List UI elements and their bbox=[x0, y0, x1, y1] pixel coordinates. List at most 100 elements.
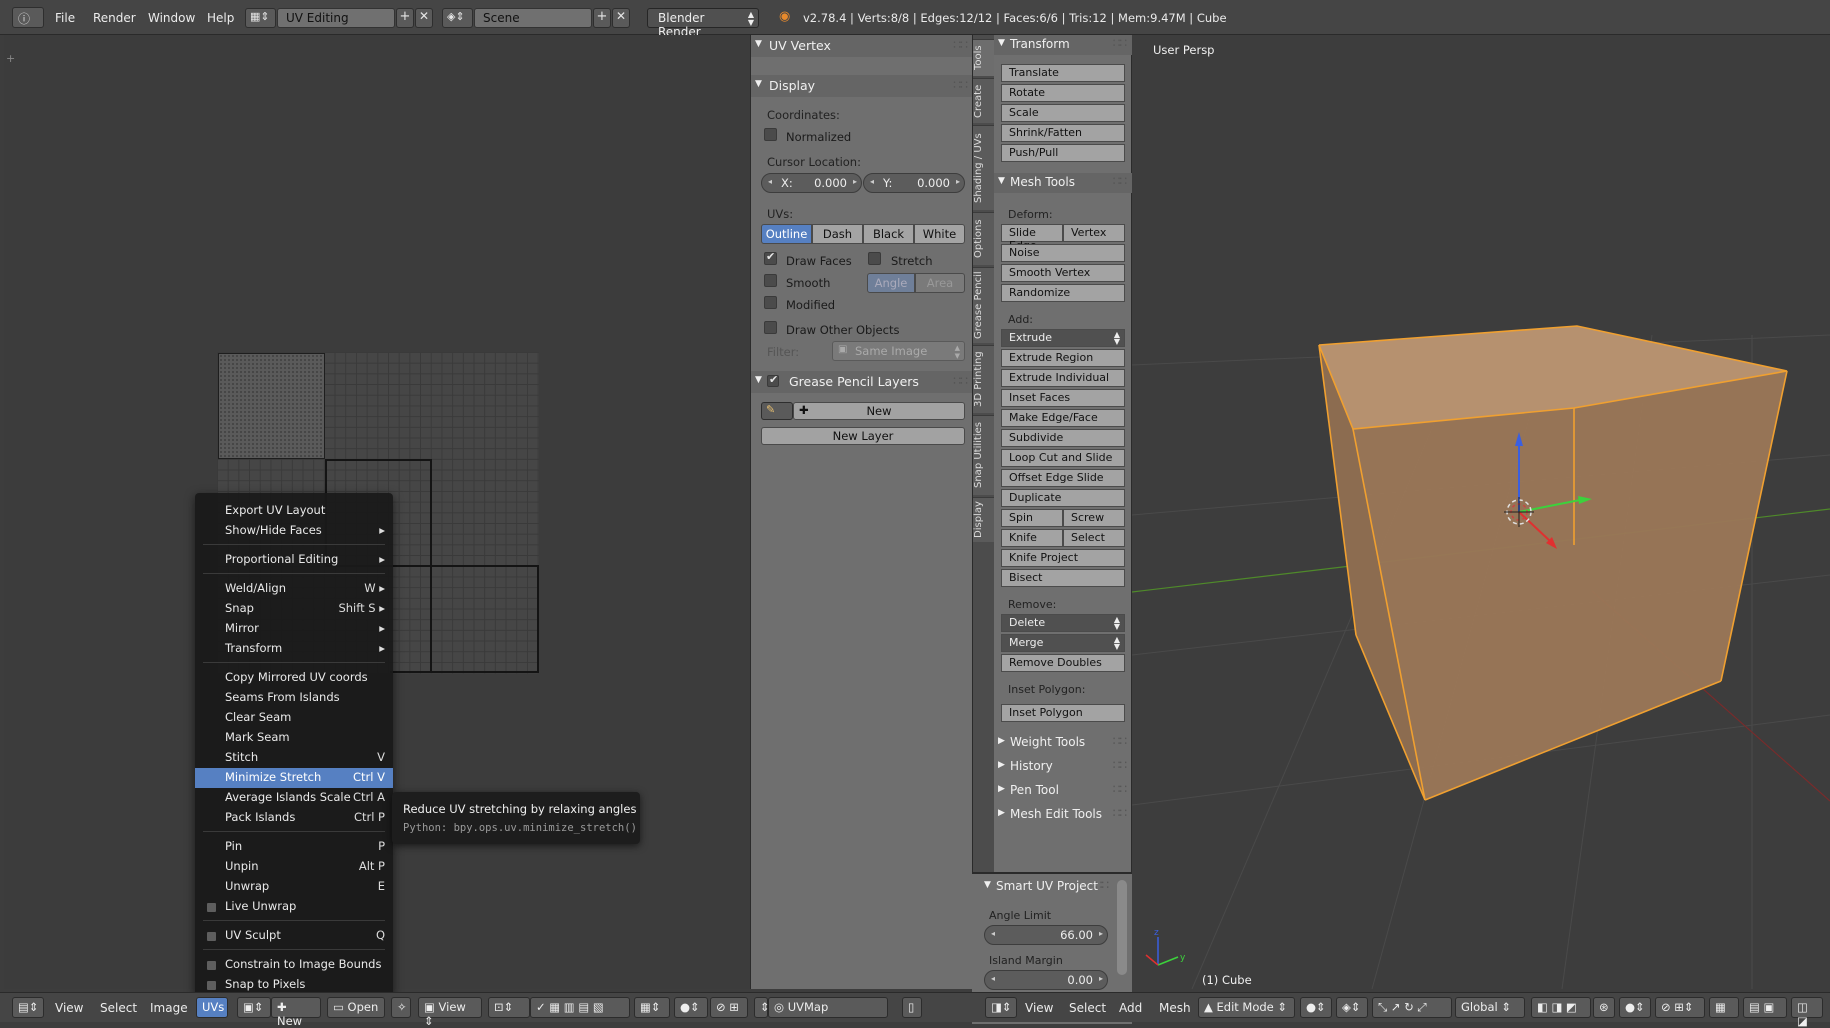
uv-menu-view[interactable]: View bbox=[55, 1001, 83, 1015]
smooth-checkbox[interactable] bbox=[764, 274, 777, 287]
inset-faces-button[interactable]: Inset Faces bbox=[1001, 389, 1125, 407]
panel-pen-tool[interactable]: ▶ Pen Tool ∷∷ bbox=[994, 781, 1132, 801]
menu-item-mark-seam[interactable]: Mark Seam bbox=[195, 728, 393, 748]
normalized-checkbox[interactable] bbox=[764, 128, 777, 141]
delete-select[interactable]: Delete ▲ ▼ bbox=[1001, 614, 1125, 632]
knife-project-button[interactable]: Knife Project bbox=[1001, 549, 1125, 567]
snap-3d-icons[interactable]: ⊘ ⊞⇕ bbox=[1655, 997, 1705, 1018]
menu-item-live-unwrap[interactable]: Live Unwrap bbox=[195, 897, 393, 917]
snap-icons[interactable]: ⊘ ⊞ bbox=[710, 997, 748, 1018]
panel-grease-pencil[interactable]: ▼ Grease Pencil Layers∷∷ bbox=[751, 371, 973, 393]
panel-mesh-tools[interactable]: ▼ Mesh Tools ∷∷ bbox=[994, 173, 1132, 193]
tab-3d-printing[interactable]: 3D Printing bbox=[973, 345, 995, 413]
3d-viewport[interactable]: User Persp z y (1) Cube bbox=[1132, 35, 1830, 989]
menu-help[interactable]: Help bbox=[207, 11, 234, 25]
remove-scene-icon[interactable]: ✕ bbox=[612, 8, 630, 28]
island-margin-field[interactable]: ◂ 0.00 ▸ bbox=[984, 970, 1108, 990]
menu-item-snap[interactable]: Snap Shift S ▸ bbox=[195, 599, 393, 619]
menu-item-pin[interactable]: Pin P bbox=[195, 837, 393, 857]
mode-select[interactable]: ▲ Edit Mode ⇕ bbox=[1198, 997, 1295, 1018]
menu-item-minimize-stretch[interactable]: Minimize Stretch Ctrl V bbox=[195, 768, 393, 788]
new-image-button[interactable]: ✚ New bbox=[271, 997, 321, 1028]
menu-item-pack-islands[interactable]: Pack Islands Ctrl P bbox=[195, 808, 393, 828]
draw-other-objects-checkbox[interactable] bbox=[764, 321, 777, 334]
tab-snap-utilities[interactable]: Snap Utilities bbox=[973, 415, 995, 495]
stretch-angle-toggle[interactable]: Angle bbox=[867, 273, 915, 293]
new-layer-button[interactable]: New Layer bbox=[761, 427, 965, 445]
cursor-y-field[interactable]: ◂ Y: 0.000 ▸ bbox=[863, 173, 965, 193]
manipulator-icons[interactable]: ⤡ ↗ ↻ ⤢ bbox=[1372, 997, 1452, 1018]
3d-menu-view[interactable]: View bbox=[1025, 1001, 1053, 1015]
panel-mesh-edit-tools[interactable]: ▶ Mesh Edit Tools ∷∷ bbox=[994, 805, 1132, 825]
menu-item-stitch[interactable]: Stitch V bbox=[195, 748, 393, 768]
modified-checkbox[interactable] bbox=[764, 296, 777, 309]
3d-menu-select[interactable]: Select bbox=[1069, 1001, 1106, 1015]
image-browse-icon[interactable]: ▣⇕ bbox=[237, 997, 271, 1018]
select-mode-icons[interactable]: ◧ ◨ ◩ bbox=[1531, 997, 1591, 1018]
menu-item-uv-sculpt[interactable]: UV Sculpt Q bbox=[195, 926, 393, 946]
3d-menu-add[interactable]: Add bbox=[1119, 1001, 1142, 1015]
scene-name-field[interactable]: Scene bbox=[474, 8, 592, 28]
uv-style-white[interactable]: White bbox=[914, 224, 965, 244]
knife-select-button[interactable]: Select bbox=[1063, 529, 1125, 547]
subdivide-button[interactable]: Subdivide bbox=[1001, 429, 1125, 447]
editor-type-3d-icon[interactable]: ◨⇕ bbox=[985, 997, 1017, 1018]
menu-item-proportional-editing[interactable]: Proportional Editing ▸ bbox=[195, 550, 393, 570]
menu-item-constrain-bounds[interactable]: Constrain to Image Bounds bbox=[195, 955, 393, 975]
menu-file[interactable]: File bbox=[55, 11, 75, 25]
loop-cut-slide-button[interactable]: Loop Cut and Slide bbox=[1001, 449, 1125, 467]
uv-menu-select[interactable]: Select bbox=[100, 1001, 137, 1015]
menu-item-copy-mirrored[interactable]: Copy Mirrored UV coords bbox=[195, 668, 393, 688]
scene-icon[interactable]: ◈⇕ bbox=[442, 8, 473, 28]
duplicate-button[interactable]: Duplicate bbox=[1001, 489, 1125, 507]
panel-history[interactable]: ▶ History ∷∷ bbox=[994, 757, 1132, 777]
snap-element-icon[interactable]: ▦ bbox=[1709, 997, 1739, 1018]
translate-button[interactable]: Translate bbox=[1001, 64, 1125, 82]
uv-menu-uvs[interactable]: UVs bbox=[196, 997, 228, 1018]
operator-scrollbar[interactable] bbox=[1117, 880, 1127, 975]
uv-style-outline[interactable]: Outline bbox=[761, 224, 812, 244]
lock-icon[interactable]: ▯ bbox=[902, 997, 922, 1018]
bisect-button[interactable]: Bisect bbox=[1001, 569, 1125, 587]
menu-item-clear-seam[interactable]: Clear Seam bbox=[195, 708, 393, 728]
randomize-button[interactable]: Randomize bbox=[1001, 284, 1125, 302]
noise-button[interactable]: Noise bbox=[1001, 244, 1125, 262]
view-mode-select[interactable]: ▣ View ⇕ bbox=[418, 997, 482, 1028]
uv-style-black[interactable]: Black bbox=[863, 224, 914, 244]
spin-button[interactable]: Spin bbox=[1001, 509, 1063, 527]
proportional-3d-icon[interactable]: ●⇕ bbox=[1619, 997, 1651, 1018]
menu-render[interactable]: Render bbox=[93, 11, 136, 25]
smooth-vertex-button[interactable]: Smooth Vertex bbox=[1001, 264, 1125, 282]
menu-item-mirror[interactable]: Mirror ▸ bbox=[195, 619, 393, 639]
rotate-button[interactable]: Rotate bbox=[1001, 84, 1125, 102]
tab-create[interactable]: Create bbox=[973, 78, 995, 123]
orientation-select[interactable]: Global ⇕ bbox=[1455, 997, 1525, 1018]
menu-item-seams-from-islands[interactable]: Seams From Islands bbox=[195, 688, 393, 708]
tab-grease-pencil[interactable]: Grease Pencil bbox=[973, 267, 995, 343]
merge-select[interactable]: Merge ▲ ▼ bbox=[1001, 634, 1125, 652]
open-image-button[interactable]: ▭ Open bbox=[327, 997, 385, 1018]
inset-polygon-button[interactable]: Inset Polygon bbox=[1001, 704, 1125, 722]
panel-display[interactable]: ▼ Display ∷∷ bbox=[751, 75, 973, 97]
offset-edge-slide-button[interactable]: Offset Edge Slide bbox=[1001, 469, 1125, 487]
render-engine-select[interactable]: Blender Render ▲ ▼ bbox=[647, 8, 759, 39]
shading-select-icon[interactable]: ●⇕ bbox=[1300, 997, 1332, 1018]
stretch-area-toggle[interactable]: Area bbox=[915, 273, 965, 293]
menu-item-average-islands-scale[interactable]: Average Islands Scale Ctrl A bbox=[195, 788, 393, 808]
tab-tools[interactable]: Tools bbox=[973, 39, 995, 76]
uvmap-select[interactable]: ◎ UVMap bbox=[768, 997, 888, 1018]
filter-select[interactable]: ▣ Same Image ▲ ▼ bbox=[832, 341, 965, 361]
plus-corner-icon[interactable]: + bbox=[6, 52, 15, 65]
extrude-region-button[interactable]: Extrude Region bbox=[1001, 349, 1125, 367]
snap-target-icon[interactable]: ⇕ bbox=[754, 997, 770, 1018]
layout-name-field[interactable]: UV Editing bbox=[277, 8, 395, 28]
panel-uv-vertex[interactable]: ▼ UV Vertex ∷∷ bbox=[751, 35, 973, 57]
pivot-select-icon[interactable]: ⊡⇕ bbox=[488, 997, 530, 1018]
menu-item-unpin[interactable]: Unpin Alt P bbox=[195, 857, 393, 877]
render-icons[interactable]: ▤ ▣ bbox=[1743, 997, 1787, 1018]
uv-selected-face[interactable] bbox=[218, 353, 325, 459]
make-edge-face-button[interactable]: Make Edge/Face bbox=[1001, 409, 1125, 427]
menu-item-unwrap[interactable]: Unwrap E bbox=[195, 877, 393, 897]
menu-item-export-uv-layout[interactable]: Export UV Layout bbox=[195, 501, 393, 521]
extrude-individual-button[interactable]: Extrude Individual bbox=[1001, 369, 1125, 387]
